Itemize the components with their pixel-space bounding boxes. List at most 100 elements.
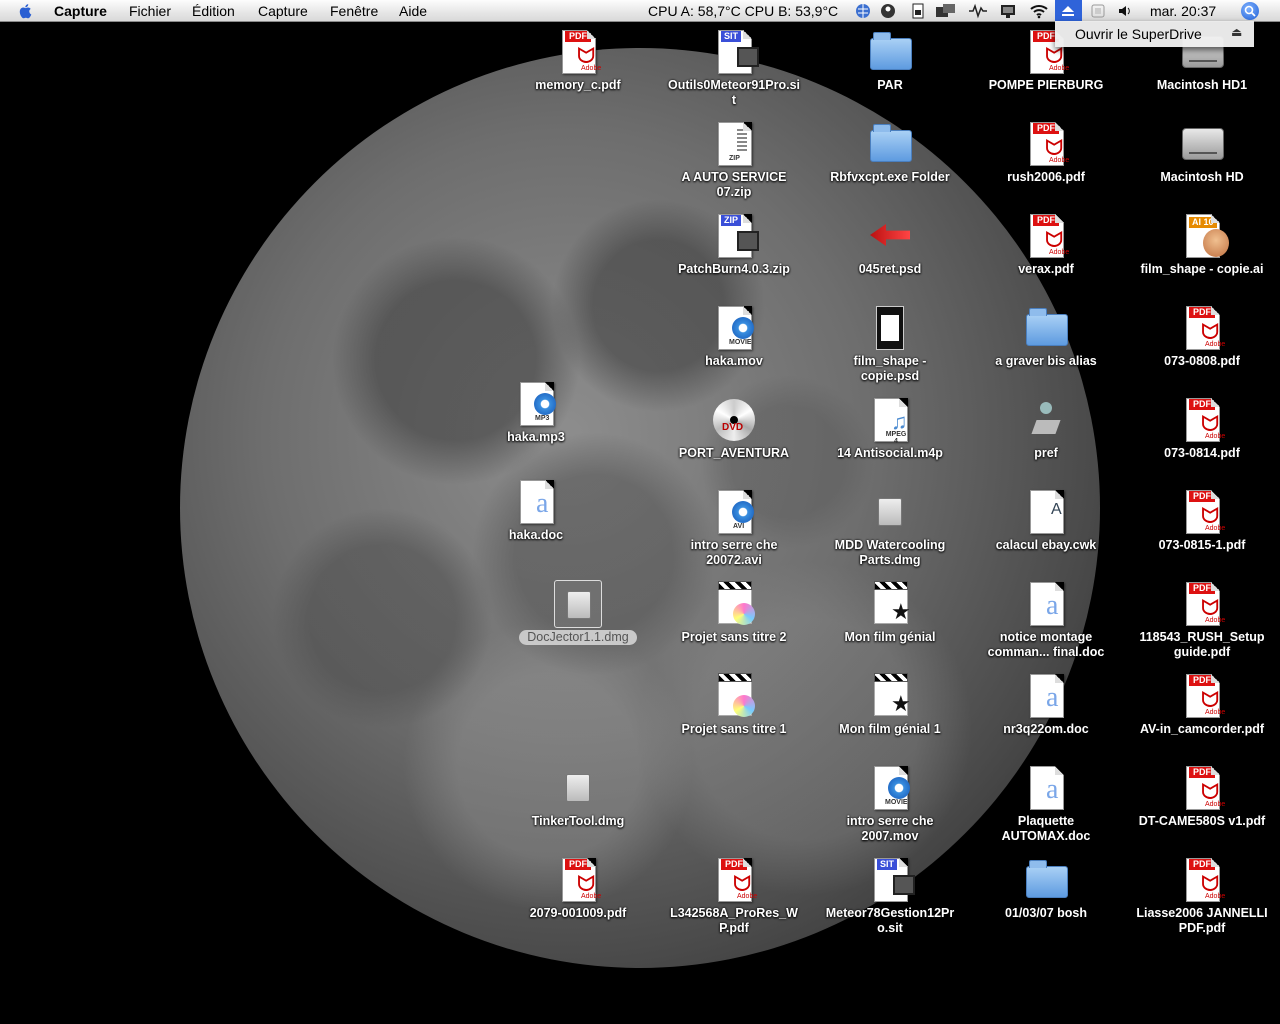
- desktop-icon-image[interactable]: ★: [866, 672, 914, 720]
- desktop-icon-image[interactable]: DVD: [710, 396, 758, 444]
- desktop-icon-label[interactable]: 073-0808.pdf: [1132, 354, 1272, 369]
- desktop-icon[interactable]: PDF ᗢ Adobe 073-0815-1.pdf: [1132, 488, 1272, 553]
- desktop-icon-image[interactable]: MOVIE: [710, 304, 758, 352]
- spotlight-icon[interactable]: [1241, 2, 1259, 20]
- network-activity-icon[interactable]: [968, 3, 988, 19]
- desktop-icon-label[interactable]: film_shape - copie.psd: [820, 354, 960, 384]
- desktop-icon-image[interactable]: SIT: [866, 856, 915, 904]
- desktop-icon-image[interactable]: [866, 28, 914, 76]
- desktop-icon-label[interactable]: 045ret.psd: [820, 262, 960, 277]
- desktop-icon-label[interactable]: Projet sans titre 1: [664, 722, 804, 737]
- apple-menu-icon[interactable]: [17, 2, 35, 20]
- desktop-icon[interactable]: DVD PORT_AVENTURA: [664, 396, 804, 461]
- desktop-icon[interactable]: PDF ᗢ Adobe 073-0814.pdf: [1132, 396, 1272, 461]
- desktop-icon-label[interactable]: 073-0814.pdf: [1132, 446, 1272, 461]
- desktop-icon-label[interactable]: 2079-001009.pdf: [508, 906, 648, 921]
- desktop-icon[interactable]: Projet sans titre 1: [664, 672, 804, 737]
- desktop-icon[interactable]: PDF ᗢ Adobe verax.pdf: [976, 212, 1116, 277]
- wifi-icon[interactable]: [1029, 3, 1049, 19]
- desktop-icon-label[interactable]: Outils0Meteor91Pro.sit: [664, 78, 804, 108]
- desktop-icon-image[interactable]: [554, 764, 602, 812]
- desktop-icon-label[interactable]: A AUTO SERVICE 07.zip: [664, 170, 804, 200]
- desktop-icon-image[interactable]: [866, 304, 914, 352]
- desktop-icon-label[interactable]: film_shape - copie.ai: [1132, 262, 1272, 277]
- desktop-icon[interactable]: SIT Outils0Meteor91Pro.sit: [664, 28, 804, 108]
- desktop-icon-image[interactable]: ♫ MPEG 4: [866, 396, 914, 445]
- desktop-icon-label[interactable]: verax.pdf: [976, 262, 1116, 277]
- desktop-icon-image[interactable]: PDF ᗢ Adobe: [1178, 764, 1226, 812]
- menu-fenetre[interactable]: Fenêtre: [330, 3, 378, 19]
- sync-icon[interactable]: [880, 3, 896, 19]
- desktop-icon[interactable]: ZIP A AUTO SERVICE 07.zip: [664, 120, 804, 200]
- desktop-icon[interactable]: a notice montage comman... final.doc: [976, 580, 1116, 660]
- desktop-icon[interactable]: PDF ᗢ Adobe DT-CAME580S v1.pdf: [1132, 764, 1272, 829]
- desktop-icon-image[interactable]: PDF ᗢ Adobe: [1022, 212, 1070, 260]
- desktop-icon-label[interactable]: Mon film génial 1: [820, 722, 960, 737]
- desktop-icon-label[interactable]: PAR: [820, 78, 960, 93]
- desktop-icon-label[interactable]: rush2006.pdf: [976, 170, 1116, 185]
- desktop-icon-image[interactable]: a: [512, 478, 560, 526]
- desktop-icon[interactable]: a nr3q22om.doc: [976, 672, 1116, 737]
- desktop-icon-label[interactable]: haka.mov: [664, 354, 804, 369]
- desktop-icon-image[interactable]: PDF ᗢ Adobe: [1178, 856, 1226, 904]
- desktop-icon-label[interactable]: PORT_AVENTURA: [664, 446, 804, 461]
- desktop-icon[interactable]: 01/03/07 bosh: [976, 856, 1116, 921]
- desktop-icon[interactable]: PDF ᗢ Adobe memory_c.pdf: [508, 28, 648, 93]
- desktop-icon-label[interactable]: Plaquette AUTOMAX.doc: [976, 814, 1116, 844]
- desktop-icon-image[interactable]: PDF ᗢ Adobe: [1178, 304, 1226, 352]
- desktop-icon-label[interactable]: Mon film génial: [820, 630, 960, 645]
- desktop-icon-label[interactable]: 01/03/07 bosh: [976, 906, 1116, 921]
- desktop-icon-label[interactable]: 073-0815-1.pdf: [1132, 538, 1272, 553]
- desktop-icon[interactable]: a graver bis alias: [976, 304, 1116, 369]
- desktop-icon-label[interactable]: DT-CAME580S v1.pdf: [1132, 814, 1272, 829]
- desktop-icon-image[interactable]: a: [1022, 672, 1070, 720]
- desktop-icon[interactable]: PDF ᗢ Adobe Liasse2006 JANNELLI PDF.pdf: [1132, 856, 1272, 936]
- desktop-icon[interactable]: Rbfvxcpt.exe Folder: [820, 120, 960, 185]
- desktop-icon-label[interactable]: TinkerTool.dmg: [508, 814, 648, 829]
- desktop-icon-label[interactable]: L342568A_ProRes_WP.pdf: [664, 906, 804, 936]
- desktop-icon[interactable]: PDF ᗢ Adobe 073-0808.pdf: [1132, 304, 1272, 369]
- desktop-icon-label[interactable]: haka.doc: [466, 528, 606, 543]
- desktop-icon-image[interactable]: AI 10: [1178, 212, 1229, 260]
- menu-capture[interactable]: Capture: [258, 3, 308, 19]
- desktop-icon-label[interactable]: a graver bis alias: [976, 354, 1116, 369]
- desktop-icon-label[interactable]: 14 Antisocial.m4p: [820, 446, 960, 461]
- desktop-icon[interactable]: MDD Watercooling Parts.dmg: [820, 488, 960, 568]
- desktop-icon-label[interactable]: POMPE PIERBURG: [976, 78, 1116, 93]
- menu-edition[interactable]: Édition: [192, 3, 235, 19]
- desktop-icon-label[interactable]: Macintosh HD: [1132, 170, 1272, 185]
- cpu-temperature-status[interactable]: CPU A: 58,7°C CPU B: 53,9°C: [648, 3, 838, 19]
- app-menu-capture[interactable]: Capture: [54, 3, 107, 19]
- desktop-icon-image[interactable]: a: [1022, 580, 1070, 628]
- desktop-icon-label[interactable]: Rbfvxcpt.exe Folder: [820, 170, 960, 185]
- desktop-icon[interactable]: ZIP PatchBurn4.0.3.zip: [664, 212, 804, 277]
- desktop-icon[interactable]: PDF ᗢ Adobe rush2006.pdf: [976, 120, 1116, 185]
- desktop-icon-label[interactable]: intro serre che 20072.avi: [664, 538, 804, 568]
- desktop-icon-image[interactable]: PDF ᗢ Adobe: [554, 28, 602, 76]
- desktop-icon-label[interactable]: Macintosh HD1: [1132, 78, 1272, 93]
- displays-icon[interactable]: [935, 3, 959, 19]
- eject-menu-extra[interactable]: [1055, 0, 1082, 21]
- desktop-icon[interactable]: Projet sans titre 2: [664, 580, 804, 645]
- desktop-icon[interactable]: DocJector1.1.dmg: [508, 580, 648, 646]
- desktop-icon[interactable]: ♫ MPEG 4 14 Antisocial.m4p: [820, 396, 960, 461]
- desktop-icon[interactable]: TinkerTool.dmg: [508, 764, 648, 829]
- desktop-icon-image[interactable]: AVI: [710, 488, 758, 536]
- volume-icon[interactable]: [1117, 3, 1133, 19]
- desktop-icon-image[interactable]: [866, 212, 914, 260]
- globe-icon[interactable]: [855, 3, 871, 19]
- desktop-icon[interactable]: Macintosh HD: [1132, 120, 1272, 185]
- desktop-icon-label[interactable]: memory_c.pdf: [508, 78, 648, 93]
- desktop-icon-image[interactable]: PDF ᗢ Adobe: [1178, 580, 1226, 628]
- desktop-icon-image[interactable]: MOVIE: [866, 764, 914, 812]
- menu-clock[interactable]: mar. 20:37: [1150, 3, 1216, 19]
- desktop-icon-label[interactable]: notice montage comman... final.doc: [976, 630, 1116, 660]
- desktop-icon-label[interactable]: 118543_RUSH_Setupguide.pdf: [1132, 630, 1272, 660]
- desktop-icon[interactable]: AI 10 film_shape - copie.ai: [1132, 212, 1272, 277]
- desktop-icon-image[interactable]: ZIP: [710, 120, 758, 168]
- desktop-icon-image[interactable]: PDF ᗢ Adobe: [1022, 120, 1070, 168]
- desktop-icon[interactable]: PDF ᗢ Adobe AV-in_camcorder.pdf: [1132, 672, 1272, 737]
- desktop-icon[interactable]: 045ret.psd: [820, 212, 960, 277]
- desktop-icon[interactable]: film_shape - copie.psd: [820, 304, 960, 384]
- desktop-icon[interactable]: ★ Mon film génial: [820, 580, 960, 645]
